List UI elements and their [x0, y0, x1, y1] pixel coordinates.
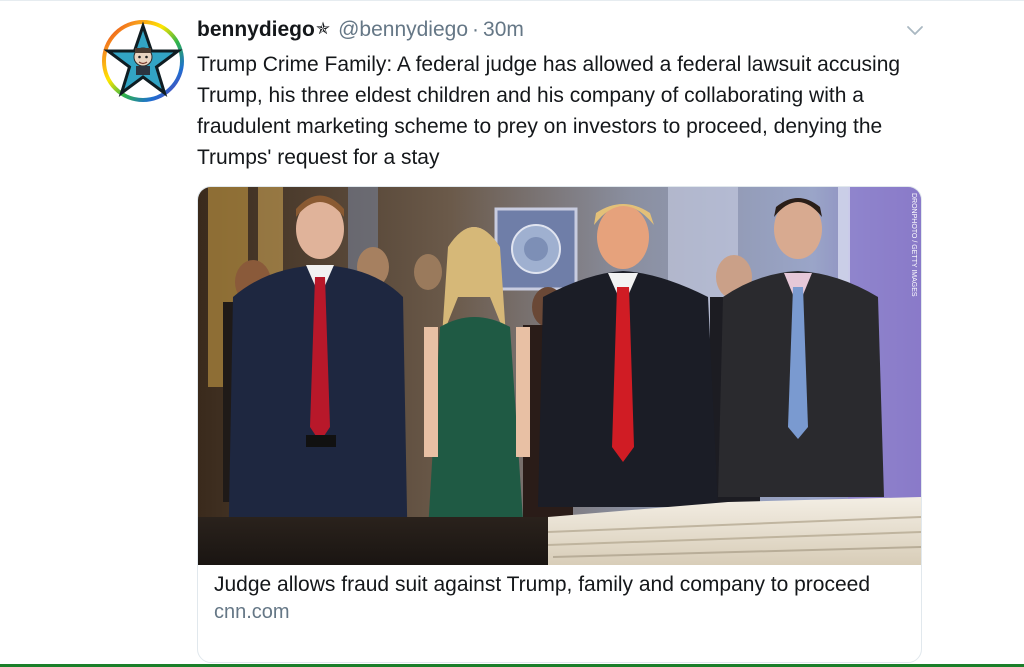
photo-credit: DRONPHOTO / GETTY IMAGES: [910, 193, 917, 297]
tweet-timestamp[interactable]: 30m: [483, 18, 524, 42]
tweet: bennydiego ✯ @bennydiego · 30m Trump Cri…: [0, 0, 1024, 667]
header-separator: ·: [472, 18, 480, 41]
card-domain: cnn.com: [214, 601, 290, 623]
tweet-text: Trump Crime Family: A federal judge has …: [197, 53, 901, 169]
news-photo[interactable]: DRONPHOTO / GETTY IMAGES: [198, 187, 921, 565]
link-card[interactable]: DRONPHOTO / GETTY IMAGES Judge allows fr…: [197, 186, 922, 663]
card-title[interactable]: Judge allows fraud suit against Trump, f…: [214, 571, 904, 599]
user-handle[interactable]: @bennydiego: [338, 18, 468, 42]
star-avatar-icon[interactable]: [102, 20, 184, 102]
tweet-page: bennydiego ✯ @bennydiego · 30m Trump Cri…: [0, 0, 1024, 667]
display-name[interactable]: bennydiego: [197, 18, 315, 42]
star-badge-icon: ✯: [315, 19, 331, 38]
card-body: Judge allows fraud suit against Trump, f…: [214, 571, 904, 625]
tweet-header: bennydiego ✯ @bennydiego · 30m: [197, 14, 524, 46]
chevron-down-icon[interactable]: [903, 18, 927, 42]
